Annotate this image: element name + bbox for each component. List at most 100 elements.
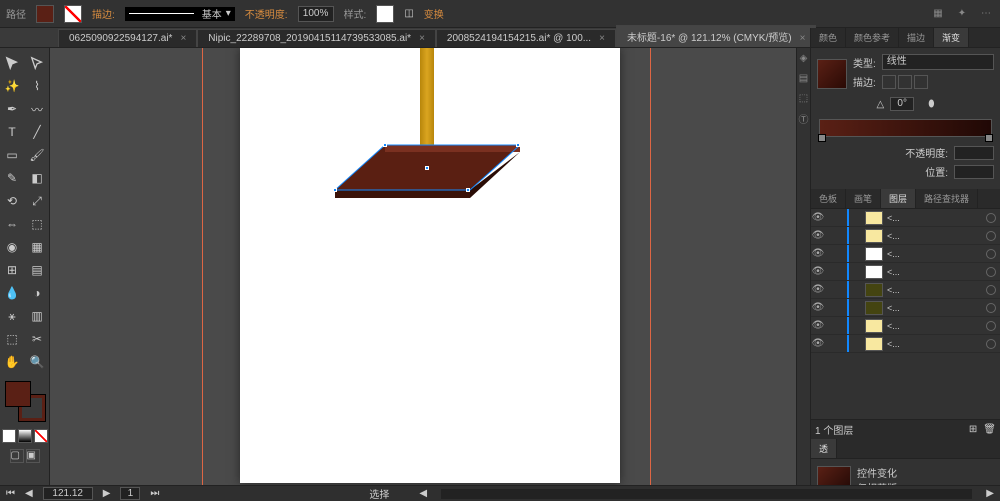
symbol-sprayer-tool[interactable]: ⚹: [0, 305, 24, 327]
grad-location-input[interactable]: [954, 165, 994, 179]
target-icon[interactable]: [986, 321, 996, 331]
eraser-tool[interactable]: ◧: [25, 167, 49, 189]
visibility-icon[interactable]: 👁: [811, 212, 825, 223]
graphic-style-swatch[interactable]: [376, 5, 394, 23]
strip-icon[interactable]: Ⓣ: [797, 108, 810, 128]
artboard-nav[interactable]: 1: [120, 487, 140, 500]
doc-tab-1[interactable]: 0625090922594127.ai*×: [58, 29, 197, 47]
rectangle-tool[interactable]: ▭: [0, 144, 24, 166]
opacity-label[interactable]: 不透明度:: [245, 6, 288, 21]
visibility-icon[interactable]: 👁: [811, 266, 825, 277]
strip-icon[interactable]: ◈: [797, 48, 810, 68]
angle-input[interactable]: 0°: [890, 97, 914, 111]
visibility-icon[interactable]: 👁: [811, 338, 825, 349]
tab-color[interactable]: 颜色: [811, 28, 846, 47]
perspective-tool[interactable]: ▦: [25, 236, 49, 258]
new-layer-icon[interactable]: ⊞: [969, 424, 977, 435]
graph-tool[interactable]: ▥: [25, 305, 49, 327]
grad-opacity-input[interactable]: [954, 146, 994, 160]
color-mode-none[interactable]: [34, 429, 48, 443]
strip-icon[interactable]: ⬚: [797, 88, 810, 108]
layer-row[interactable]: 👁<...: [811, 317, 1000, 335]
type-tool[interactable]: T: [0, 121, 24, 143]
fill-stroke-indicator[interactable]: [5, 381, 45, 421]
doc-tab-3[interactable]: 20085241941542​15.ai* @ 100...×: [436, 29, 616, 47]
pen-tool[interactable]: ✒: [0, 98, 24, 120]
nav-prev-icon[interactable]: ◀: [25, 488, 33, 499]
layer-row[interactable]: 👁<...: [811, 245, 1000, 263]
more-icon[interactable]: ⋯: [978, 6, 994, 22]
tab-stroke[interactable]: 描边: [899, 28, 934, 47]
gradient-slider[interactable]: [819, 119, 992, 137]
target-icon[interactable]: [986, 249, 996, 259]
tab-color-guide[interactable]: 颜色参考: [846, 28, 899, 47]
stroke-swatch-none[interactable]: [64, 5, 82, 23]
gradient-type-select[interactable]: 线性: [882, 54, 994, 70]
stroke-grad-3[interactable]: [914, 75, 928, 89]
target-icon[interactable]: [986, 285, 996, 295]
visibility-icon[interactable]: 👁: [811, 248, 825, 259]
artboard-tool[interactable]: ⬚: [0, 328, 24, 350]
doc-tab-2[interactable]: Nipic_22289708_20190415114739533085.ai*×: [197, 29, 436, 47]
layer-row[interactable]: 👁<...: [811, 281, 1000, 299]
magic-wand-tool[interactable]: ✨: [0, 75, 24, 97]
layer-row[interactable]: 👁<...: [811, 299, 1000, 317]
stroke-grad-1[interactable]: [882, 75, 896, 89]
blend-tool[interactable]: ◑: [25, 282, 49, 304]
direct-selection-tool[interactable]: [25, 52, 49, 74]
layer-row[interactable]: 👁<...: [811, 335, 1000, 353]
target-icon[interactable]: [986, 339, 996, 349]
h-scrollbar[interactable]: [441, 489, 972, 499]
free-transform-tool[interactable]: ⬚: [25, 213, 49, 235]
gradient-preview[interactable]: [817, 59, 847, 89]
nav-first-icon[interactable]: ⏮: [6, 488, 15, 499]
layer-row[interactable]: 👁<...: [811, 263, 1000, 281]
tab-layers[interactable]: 图层: [881, 189, 916, 208]
scroll-right-icon[interactable]: ▶: [986, 488, 994, 499]
guide-right[interactable]: [650, 48, 651, 485]
transform-label[interactable]: 变换: [424, 6, 444, 21]
visibility-icon[interactable]: 👁: [811, 284, 825, 295]
hand-tool[interactable]: ✋: [0, 351, 24, 373]
paintbrush-tool[interactable]: 🖌: [25, 144, 49, 166]
layer-row[interactable]: 👁<...: [811, 209, 1000, 227]
visibility-icon[interactable]: 👁: [811, 230, 825, 241]
tab-pathfinder[interactable]: 路径查找器: [916, 189, 978, 208]
stroke-grad-2[interactable]: [898, 75, 912, 89]
layer-row[interactable]: 👁<...: [811, 227, 1000, 245]
color-mode-gradient[interactable]: [18, 429, 32, 443]
guide-left[interactable]: [202, 48, 203, 485]
fill-swatch[interactable]: [36, 5, 54, 23]
scale-tool[interactable]: ⤢: [25, 190, 49, 212]
strip-icon[interactable]: ▤: [797, 68, 810, 88]
scroll-left-icon[interactable]: ◀: [419, 488, 427, 499]
target-icon[interactable]: [986, 267, 996, 277]
trash-icon[interactable]: 🗑: [983, 424, 996, 435]
gradient-stop-left[interactable]: [818, 134, 826, 142]
mesh-tool[interactable]: ⊞: [0, 259, 24, 281]
rotate-tool[interactable]: ⟲: [0, 190, 24, 212]
stroke-label[interactable]: 描边:: [92, 6, 115, 21]
line-tool[interactable]: ╱: [25, 121, 49, 143]
nav-last-icon[interactable]: ⏭: [150, 488, 159, 499]
target-icon[interactable]: [986, 303, 996, 313]
target-icon[interactable]: [986, 231, 996, 241]
screen-mode-normal[interactable]: ▢: [10, 449, 24, 463]
lasso-tool[interactable]: ⌇: [25, 75, 49, 97]
nav-next-icon[interactable]: ▶: [103, 488, 111, 499]
stroke-style-dropdown[interactable]: 基本▾: [125, 7, 235, 21]
slice-tool[interactable]: ✂: [25, 328, 49, 350]
isolate-icon[interactable]: ✦: [954, 6, 970, 22]
pencil-tool[interactable]: ✎: [0, 167, 24, 189]
target-icon[interactable]: [986, 213, 996, 223]
artwork-tabletop[interactable]: [335, 140, 520, 205]
color-mode-solid[interactable]: [2, 429, 16, 443]
tab-swatches[interactable]: 色板: [811, 189, 846, 208]
shape-builder-tool[interactable]: ◉: [0, 236, 24, 258]
doc-tab-4[interactable]: 未标题-16* @ 121.12% (CMYK/预览)×: [616, 25, 816, 47]
gradient-stop-right[interactable]: [985, 134, 993, 142]
eyedropper-tool[interactable]: 💧: [0, 282, 24, 304]
tab-gradient[interactable]: 渐变: [934, 28, 969, 47]
gradient-tool[interactable]: ▤: [25, 259, 49, 281]
zoom-input[interactable]: 121.12: [43, 487, 93, 500]
